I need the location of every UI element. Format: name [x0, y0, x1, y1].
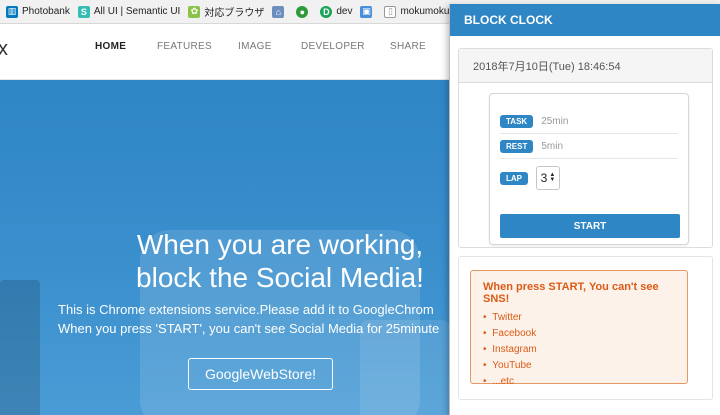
brand-logo-fragment[interactable]: x [0, 38, 8, 61]
google-webstore-button[interactable]: GoogleWebStore! [188, 358, 333, 390]
bookmark-browsers[interactable]: ✿ 対応ブラウザ [188, 4, 264, 19]
timer-panel: 2018年7月10日(Tue) 18:46:54 TASK 25min REST… [458, 48, 713, 248]
hero-description: This is Chrome extensions service.Please… [58, 302, 440, 336]
semantic-icon: S [77, 5, 90, 18]
bookmark-green[interactable]: ● [296, 5, 312, 18]
blocked-sns-notice: When press START, You can't see SNS! Twi… [470, 270, 688, 387]
nav-home[interactable]: HOME [95, 41, 126, 52]
green-circle-icon: ● [296, 5, 309, 18]
timer-settings-card: TASK 25min REST 5min LAP 3 ▲ ▼ START [489, 93, 689, 245]
lap-row: LAP 3 ▲ ▼ [500, 162, 678, 194]
nav-developer[interactable]: DEVELOPER [301, 41, 365, 52]
photo-icon: ▣ [360, 5, 373, 18]
nav-image[interactable]: IMAGE [238, 41, 272, 52]
rest-badge: REST [500, 140, 534, 153]
rest-duration: 5min [541, 141, 564, 152]
popup-title: BLOCK CLOCK [450, 4, 720, 36]
start-button[interactable]: START [500, 214, 680, 238]
task-badge: TASK [500, 115, 534, 128]
lap-badge: LAP [500, 171, 528, 185]
extension-popup: BLOCK CLOCK 2018年7月10日(Tue) 18:46:54 TAS… [449, 4, 720, 415]
notice-title: When press START, You can't see SNS! [483, 281, 659, 305]
list-item: YouTube [483, 358, 687, 374]
hero-bg-phone [0, 280, 40, 415]
hero-title: When you are working, block the Social Me… [136, 229, 424, 293]
trello-icon: ▥ [6, 5, 18, 18]
bookmark-home[interactable]: ⌂ [272, 5, 288, 18]
bookmark-photobank[interactable]: ▥ Photobank [6, 5, 70, 18]
bookmark-photo[interactable]: ▣ [360, 5, 376, 18]
bookmark-semantic-ui[interactable]: S All UI | Semantic UI [77, 5, 180, 18]
dev-icon: D [320, 5, 333, 18]
home-icon: ⌂ [272, 5, 285, 18]
list-item: Twitter [483, 310, 687, 326]
sns-list: Twitter Facebook Instagram YouTube ...et… [483, 310, 687, 390]
list-item: Instagram [483, 342, 687, 358]
updown-icon: ▲ ▼ [549, 172, 556, 183]
rest-row: REST 5min [500, 135, 678, 159]
bookmark-dev[interactable]: Ddev [320, 5, 352, 18]
browser-icon: ✿ [188, 5, 201, 18]
list-item: ...etc [483, 374, 687, 390]
nav-share[interactable]: SHARE [390, 41, 426, 52]
current-datetime: 2018年7月10日(Tue) 18:46:54 [459, 49, 712, 83]
task-duration: 25min [541, 116, 569, 127]
task-row: TASK 25min [500, 110, 678, 134]
page-icon: ▯ [384, 5, 397, 18]
list-item: Facebook [483, 326, 687, 342]
lap-select[interactable]: 3 ▲ ▼ [536, 166, 560, 190]
nav-features[interactable]: FEATURES [157, 41, 212, 52]
